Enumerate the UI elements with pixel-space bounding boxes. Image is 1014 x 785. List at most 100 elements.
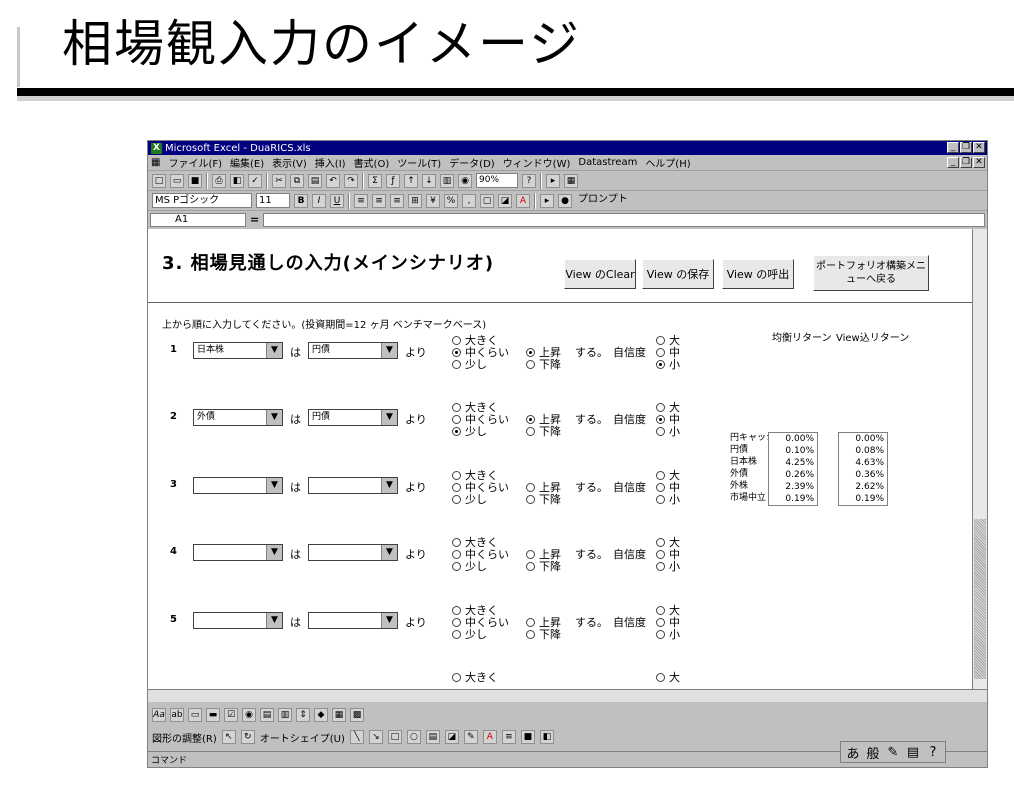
- magnitude-radio[interactable]: 少し: [452, 423, 487, 439]
- fill-icon[interactable]: ◪: [444, 730, 459, 744]
- macro-icon[interactable]: ▸: [546, 173, 560, 188]
- undo-icon[interactable]: ↶: [326, 173, 340, 188]
- copy-icon[interactable]: ⧉: [290, 173, 304, 188]
- direction-radio[interactable]: 下降: [526, 558, 561, 574]
- rectangle-icon[interactable]: □: [387, 730, 402, 744]
- shadow-icon[interactable]: ■: [520, 730, 535, 744]
- groupbox-icon[interactable]: ▭: [188, 708, 202, 722]
- formula-input[interactable]: [263, 212, 985, 227]
- sort-asc-icon[interactable]: ↑: [404, 173, 418, 188]
- button-icon[interactable]: ▬: [206, 708, 220, 722]
- grid-icon[interactable]: ▦: [564, 173, 578, 188]
- combobox-icon[interactable]: ▥: [278, 708, 292, 722]
- menu-insert[interactable]: 挿入(I): [315, 155, 346, 170]
- view-clear-button[interactable]: View のClear: [564, 259, 636, 289]
- ime-conversion[interactable]: 般: [864, 743, 882, 762]
- menu-window[interactable]: ウィンドウ(W): [503, 155, 571, 170]
- ime-tool-icon[interactable]: ✎: [884, 745, 902, 760]
- spinner-icon[interactable]: ◆: [314, 708, 328, 722]
- confidence-radio[interactable]: 小: [656, 491, 680, 507]
- asset2-dropdown[interactable]: ▼: [308, 477, 398, 494]
- sum-icon[interactable]: Σ: [368, 173, 382, 188]
- menu-format[interactable]: 書式(O): [354, 155, 390, 170]
- save-icon[interactable]: ■: [188, 173, 202, 188]
- align-left-icon[interactable]: ≡: [354, 193, 368, 208]
- menu-view[interactable]: 表示(V): [272, 155, 307, 170]
- font-color-icon[interactable]: A: [516, 193, 530, 208]
- asset2-dropdown[interactable]: 円債 ▼: [308, 342, 398, 359]
- worksheet[interactable]: 3. 相場見通しの入力(メインシナリオ) View のClear View の保…: [148, 229, 974, 689]
- grid-toggle-icon[interactable]: ▩: [350, 708, 364, 722]
- zoom-select[interactable]: 90%: [476, 173, 518, 188]
- doc-minimize-button[interactable]: _: [947, 157, 959, 168]
- arrow-icon[interactable]: ↘: [368, 730, 383, 744]
- record-icon[interactable]: ●: [558, 193, 572, 208]
- name-box[interactable]: A1: [150, 212, 246, 227]
- rotate-icon[interactable]: ↻: [240, 730, 255, 744]
- chart-icon[interactable]: ▥: [440, 173, 454, 188]
- paste-icon[interactable]: ▤: [308, 173, 322, 188]
- play-icon[interactable]: ▸: [540, 193, 554, 208]
- asset1-dropdown[interactable]: 日本株 ▼: [193, 342, 283, 359]
- label-icon[interactable]: Aa: [152, 708, 166, 722]
- map-icon[interactable]: ◉: [458, 173, 472, 188]
- currency-icon[interactable]: ¥: [426, 193, 440, 208]
- menu-data[interactable]: データ(D): [449, 155, 495, 170]
- option-icon[interactable]: ◉: [242, 708, 256, 722]
- vertical-scrollbar[interactable]: [972, 229, 987, 689]
- view-save-button[interactable]: View の保存: [642, 259, 714, 289]
- scrollbar-icon[interactable]: ⇕: [296, 708, 310, 722]
- editbox-icon[interactable]: ab: [170, 708, 184, 722]
- horizontal-scrollbar[interactable]: [148, 689, 987, 702]
- bold-icon[interactable]: B: [294, 193, 308, 208]
- close-button[interactable]: ✕: [973, 142, 985, 153]
- textbox-icon[interactable]: ▤: [425, 730, 440, 744]
- prompt-button[interactable]: プロンプト: [576, 193, 646, 208]
- asset1-dropdown[interactable]: ▼: [193, 612, 283, 629]
- asset2-dropdown[interactable]: ▼: [308, 544, 398, 561]
- menu-datastream[interactable]: Datastream: [578, 157, 637, 168]
- percent-icon[interactable]: %: [444, 193, 458, 208]
- font-select[interactable]: MS Pゴシック: [152, 193, 252, 208]
- checkbox-icon[interactable]: ☑: [224, 708, 238, 722]
- text-color-icon[interactable]: A: [482, 730, 497, 744]
- function-icon[interactable]: ƒ: [386, 173, 400, 188]
- italic-icon[interactable]: I: [312, 193, 326, 208]
- size-select[interactable]: 11: [256, 193, 290, 208]
- direction-radio[interactable]: 下降: [526, 423, 561, 439]
- border-icon[interactable]: ▢: [480, 193, 494, 208]
- spellcheck-icon[interactable]: ✓: [248, 173, 262, 188]
- confidence-radio[interactable]: 小: [656, 626, 680, 642]
- ime-mode[interactable]: あ: [844, 743, 862, 762]
- menu-tools[interactable]: ツール(T): [397, 155, 441, 170]
- menu-help[interactable]: ヘルプ(H): [645, 155, 690, 170]
- magnitude-radio[interactable]: 大きく: [452, 669, 498, 685]
- properties-icon[interactable]: ▦: [332, 708, 346, 722]
- direction-radio[interactable]: 下降: [526, 356, 561, 372]
- portfolio-menu-button[interactable]: ポートフォリオ構築メニューへ戻る: [813, 255, 929, 291]
- oval-icon[interactable]: ○: [406, 730, 421, 744]
- doc-restore-button[interactable]: ❐: [960, 157, 972, 168]
- autoshape-menu[interactable]: オートシェイプ(U): [260, 730, 345, 745]
- confidence-radio[interactable]: 小: [656, 356, 680, 372]
- sort-desc-icon[interactable]: ↓: [422, 173, 436, 188]
- new-file-icon[interactable]: □: [152, 173, 166, 188]
- doc-close-button[interactable]: ✕: [973, 157, 985, 168]
- confidence-radio[interactable]: 大: [656, 669, 680, 685]
- fill-color-icon[interactable]: ◪: [498, 193, 512, 208]
- align-center-icon[interactable]: ≡: [372, 193, 386, 208]
- magnitude-radio[interactable]: 少し: [452, 356, 487, 372]
- cut-icon[interactable]: ✂: [272, 173, 286, 188]
- merge-icon[interactable]: ⊞: [408, 193, 422, 208]
- asset1-dropdown[interactable]: 外債 ▼: [193, 409, 283, 426]
- direction-radio[interactable]: 下降: [526, 626, 561, 642]
- redo-icon[interactable]: ↷: [344, 173, 358, 188]
- print-icon[interactable]: ⎙: [212, 173, 226, 188]
- open-folder-icon[interactable]: ▭: [170, 173, 184, 188]
- menu-file[interactable]: ファイル(F): [168, 155, 222, 170]
- magnitude-radio[interactable]: 少し: [452, 491, 487, 507]
- minimize-button[interactable]: _: [947, 142, 959, 153]
- listbox-icon[interactable]: ▤: [260, 708, 274, 722]
- ime-dict-icon[interactable]: ▤: [904, 745, 922, 760]
- asset2-dropdown[interactable]: 円債 ▼: [308, 409, 398, 426]
